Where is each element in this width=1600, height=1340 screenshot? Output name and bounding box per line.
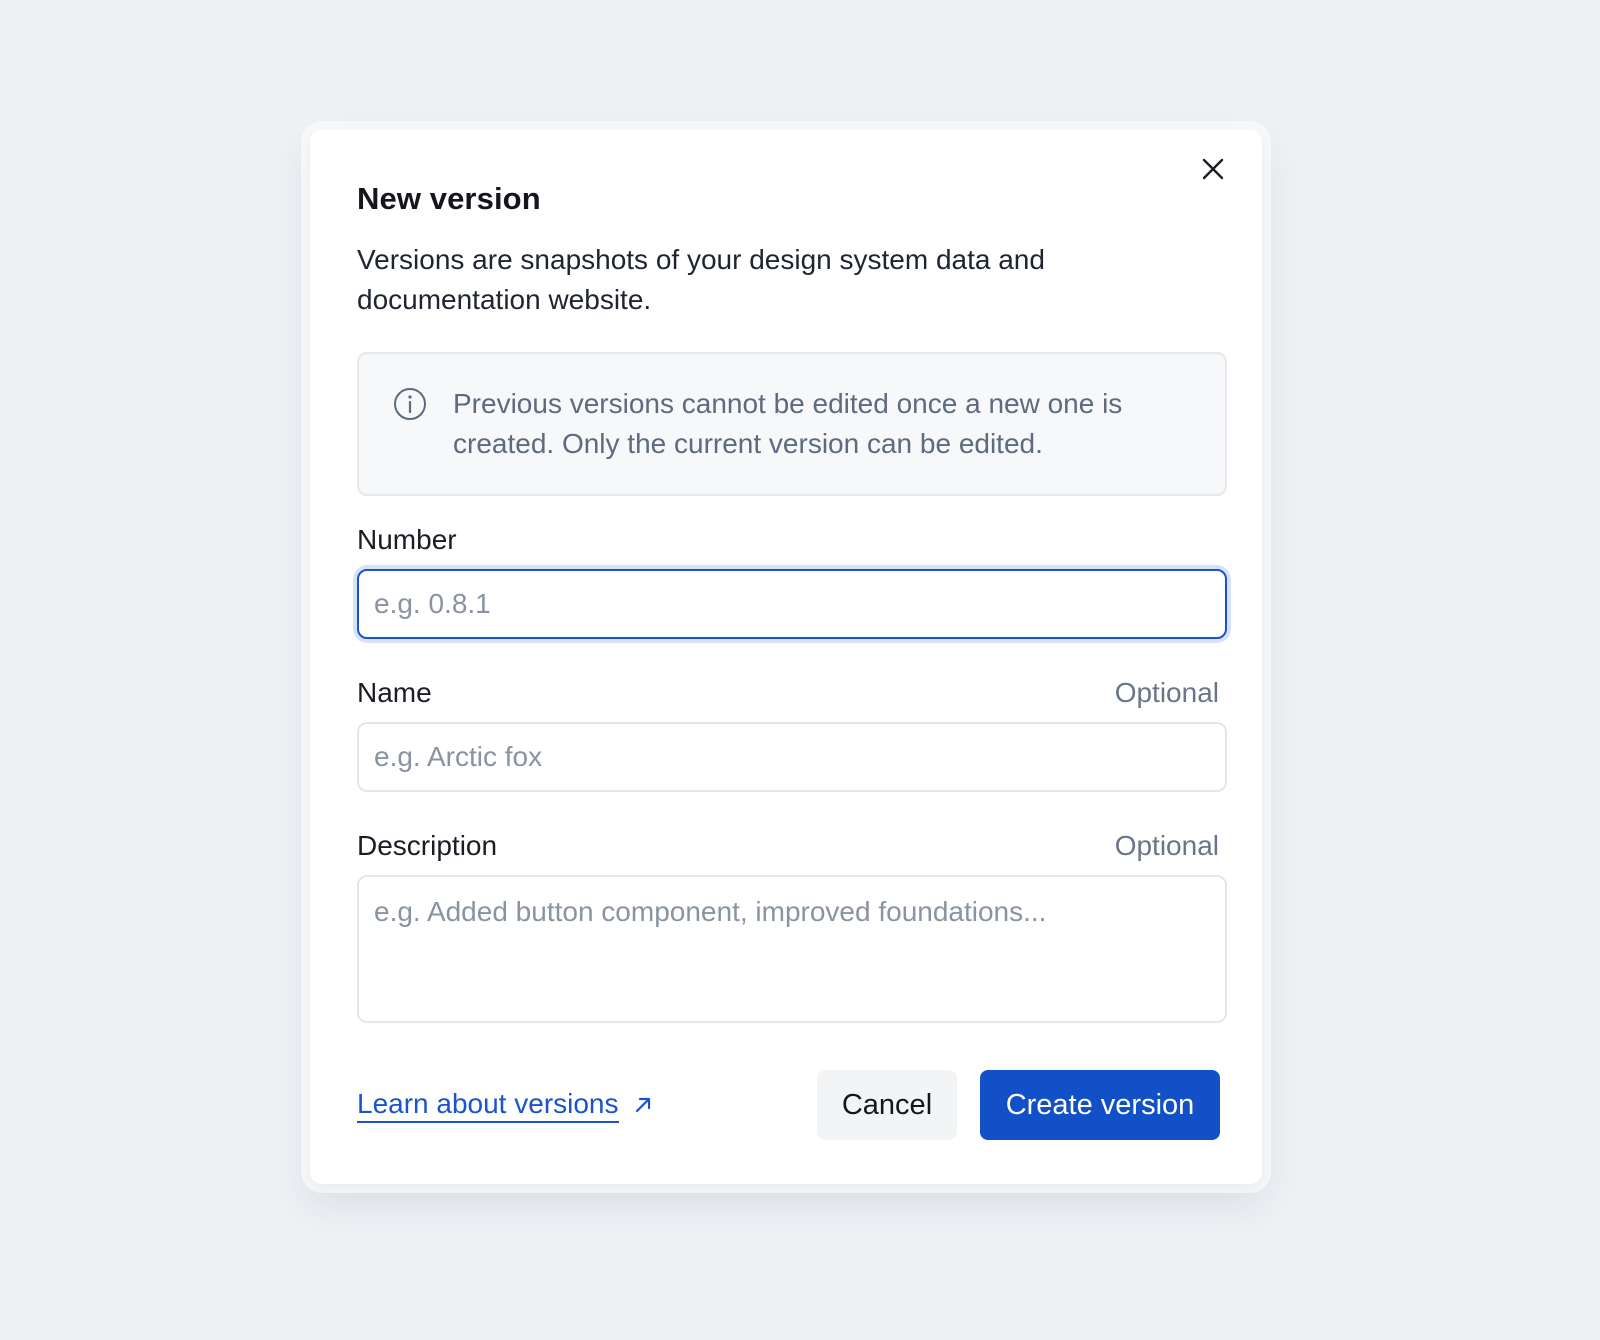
description-label: Description <box>357 830 498 861</box>
close-button[interactable] <box>1194 150 1232 188</box>
name-input[interactable] <box>357 722 1227 792</box>
info-callout: Previous versions cannot be edited once … <box>357 352 1227 496</box>
create-version-button[interactable]: Create version <box>980 1070 1220 1140</box>
description-optional-label: Optional <box>1114 830 1219 861</box>
cancel-button[interactable]: Cancel <box>817 1070 957 1140</box>
arrow-up-right-icon[interactable] <box>633 1095 653 1115</box>
dialog-title: New version <box>357 181 541 216</box>
close-icon <box>1202 158 1224 180</box>
dialog-subtitle: Versions are snapshots of your design sy… <box>357 244 1045 315</box>
learn-about-versions-link[interactable]: Learn about versions <box>357 1088 619 1123</box>
number-input[interactable] <box>357 569 1227 639</box>
info-circle-icon <box>394 388 426 420</box>
name-label: Name <box>357 677 432 708</box>
info-callout-text: Previous versions cannot be edited once … <box>453 388 1123 459</box>
new-version-dialog: New version Versions are snapshots of yo… <box>310 130 1262 1184</box>
description-textarea[interactable] <box>357 875 1227 1023</box>
name-optional-label: Optional <box>1114 677 1219 708</box>
learn-about-versions-link-wrapper: Learn about versions <box>357 1088 653 1123</box>
number-label: Number <box>357 524 457 555</box>
